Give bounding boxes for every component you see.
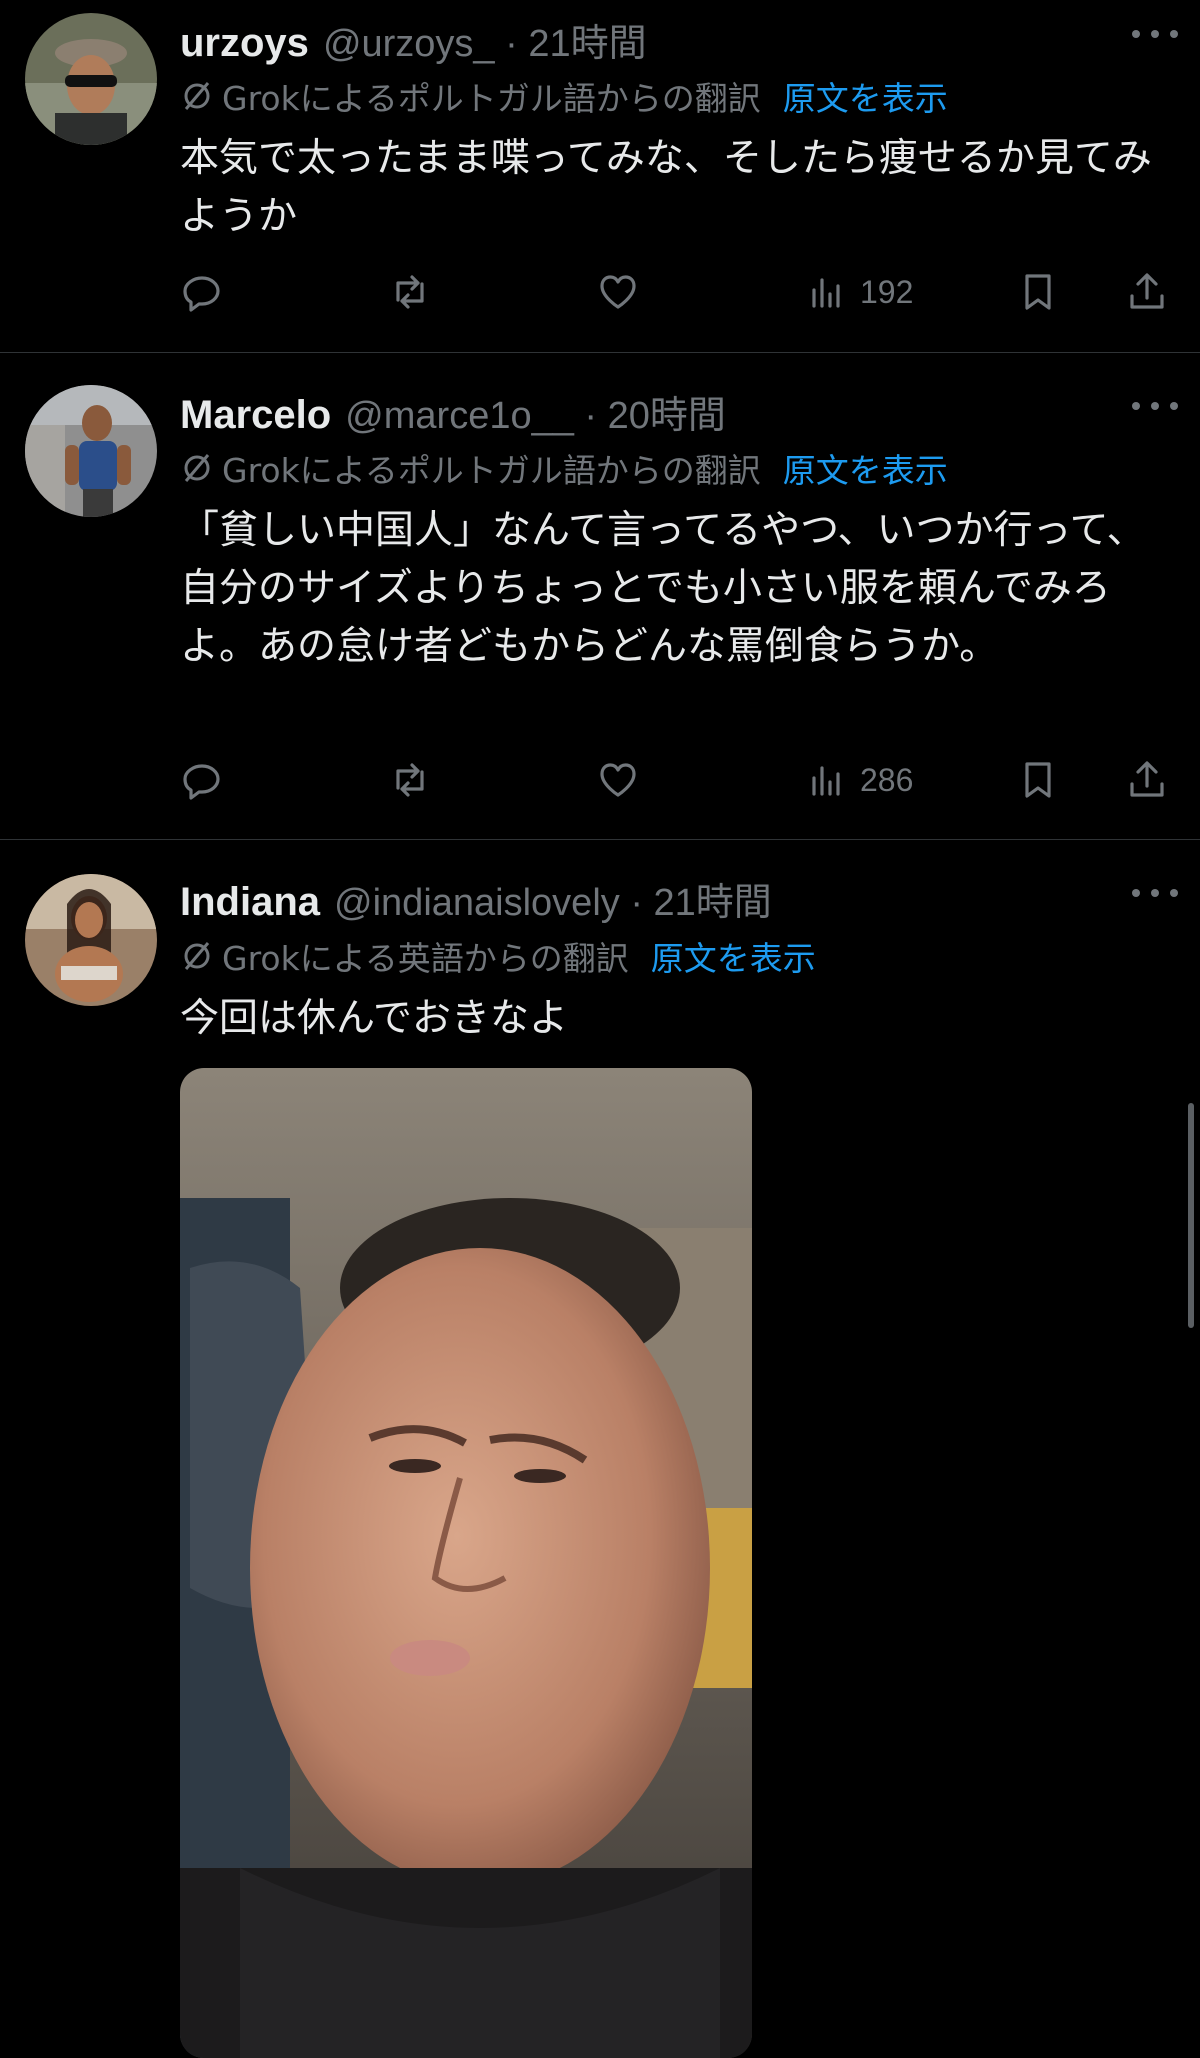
views-count: 286: [860, 761, 914, 798]
bookmark-icon: [1025, 274, 1051, 310]
more-options-icon[interactable]: [1132, 883, 1178, 903]
translation-notice: Grokによるポルトガル語からの翻訳 原文を表示: [180, 448, 948, 490]
retweet-button[interactable]: [388, 267, 432, 317]
share-icon: [1130, 273, 1164, 309]
retweet-button[interactable]: [388, 755, 432, 805]
tweet-text: 今回は休んでおきなよ: [180, 996, 569, 1041]
translation-label: Grokによるポルトガル語からの翻訳: [222, 451, 761, 490]
retweet-icon: [396, 275, 424, 309]
scrollbar[interactable]: [1188, 1103, 1194, 1328]
show-original-link[interactable]: 原文を表示: [651, 932, 816, 980]
more-options-icon[interactable]: [1132, 396, 1178, 416]
display-name[interactable]: Indiana: [180, 880, 320, 925]
display-name[interactable]: Marcelo: [180, 393, 331, 438]
like-button[interactable]: [596, 755, 640, 805]
share-button[interactable]: [1125, 755, 1169, 805]
tweet-header: urzoys @urzoys_ · 21時間: [180, 12, 647, 65]
heart-icon: [600, 763, 636, 797]
translation-notice: Grokによるポルトガル語からの翻訳 原文を表示: [180, 76, 948, 118]
heart-icon: [600, 275, 636, 309]
tweet-header: Indiana @indianaislovely · 21時間: [180, 871, 772, 924]
bookmark-icon: [1025, 762, 1051, 798]
avatar[interactable]: [25, 13, 157, 145]
translate-icon: [184, 454, 210, 482]
reply-icon: [183, 764, 220, 800]
more-options-icon[interactable]: [1132, 24, 1178, 44]
bookmark-button[interactable]: [1016, 755, 1060, 805]
action-bar: 192: [180, 267, 1170, 317]
handle-and-time[interactable]: @indianaislovely · 21時間: [334, 871, 772, 926]
tweet-text: 本気で太ったまま喋ってみな、そしたら痩せるか見てみようか: [180, 136, 1152, 239]
retweet-icon: [396, 763, 424, 797]
tweet-text: 「貧しい中国人」なんて言ってるやつ、いつか行って、自分のサイズよりちょっとでも小…: [180, 508, 1146, 669]
tweet-header: Marcelo @marce1o__ · 20時間: [180, 384, 726, 437]
share-icon: [1130, 761, 1164, 797]
share-button[interactable]: [1125, 267, 1169, 317]
tweet-media-video[interactable]: [180, 1068, 752, 2058]
reply-button[interactable]: [180, 267, 224, 317]
views-button[interactable]: 286: [806, 755, 913, 805]
views-button[interactable]: 192: [806, 267, 913, 317]
reply-button[interactable]: [180, 755, 224, 805]
translation-label: Grokによるポルトガル語からの翻訳: [222, 79, 761, 118]
handle-and-time[interactable]: @marce1o__ · 20時間: [345, 384, 726, 439]
views-icon: [812, 278, 840, 308]
avatar[interactable]: [25, 385, 157, 517]
avatar[interactable]: [25, 874, 157, 1006]
views-icon: [812, 766, 840, 796]
handle-and-time[interactable]: @urzoys_ · 21時間: [323, 12, 647, 67]
display-name[interactable]: urzoys: [180, 21, 309, 66]
translation-notice: Grokによる英語からの翻訳 原文を表示: [180, 936, 816, 978]
views-count: 192: [860, 273, 914, 310]
action-bar: 286: [180, 755, 1170, 805]
reply-icon: [183, 276, 220, 312]
show-original-link[interactable]: 原文を表示: [783, 72, 948, 120]
like-button[interactable]: [596, 267, 640, 317]
translate-icon: [184, 82, 210, 110]
tweet-divider: [0, 352, 1200, 353]
show-original-link[interactable]: 原文を表示: [783, 444, 948, 492]
translation-label: Grokによる英語からの翻訳: [222, 939, 629, 978]
bookmark-button[interactable]: [1016, 267, 1060, 317]
tweet-divider: [0, 839, 1200, 840]
translate-icon: [184, 942, 210, 970]
